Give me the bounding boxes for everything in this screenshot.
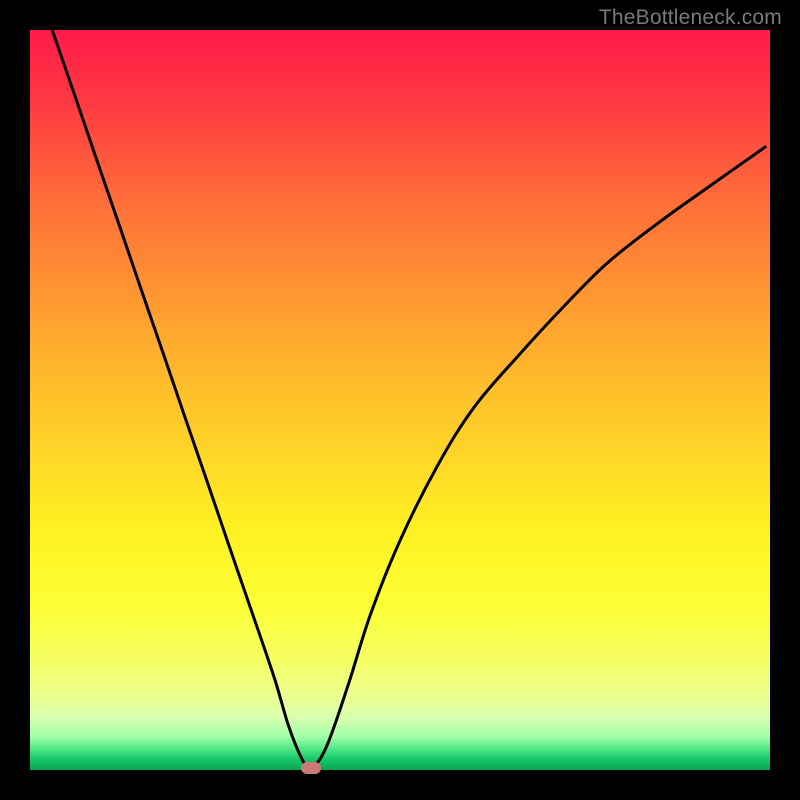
chart-plot-area [30,30,770,770]
optimum-marker [301,762,321,774]
watermark-text: TheBottleneck.com [599,6,782,30]
bottleneck-curve [30,30,770,770]
chart-frame: TheBottleneck.com [0,0,800,800]
